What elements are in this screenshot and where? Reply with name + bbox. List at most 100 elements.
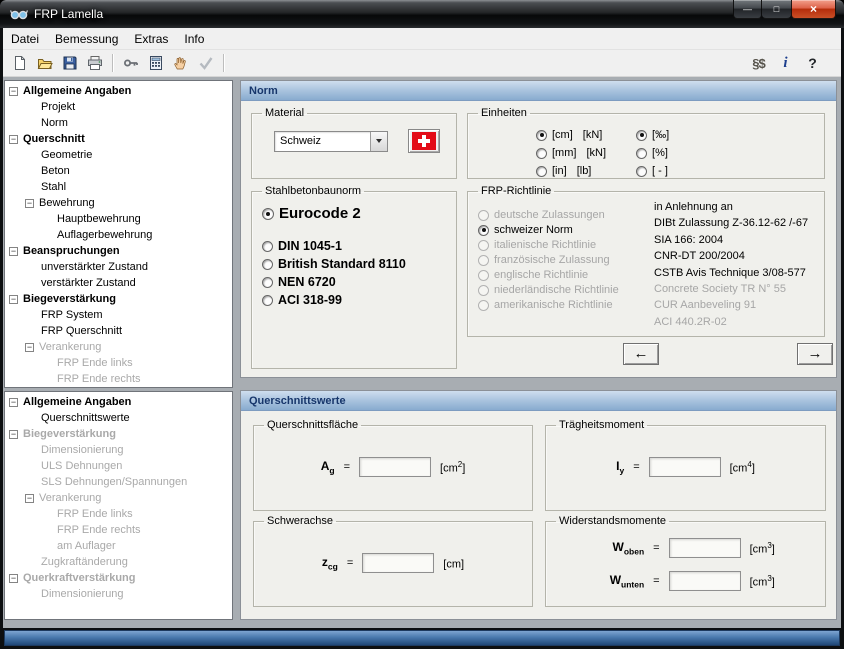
radio-label: [‰] (652, 129, 669, 141)
radio-[interactable]: [%] (636, 147, 669, 159)
radio-button-icon (536, 148, 547, 159)
menu-datei[interactable]: Datei (3, 28, 47, 49)
tree-item-verstaerkter-zustand[interactable]: verstärkter Zustand (41, 277, 136, 289)
title-bar[interactable]: FRP Lamella — □ × (0, 0, 844, 28)
tree-item-querschnitt[interactable]: Querschnitt (23, 133, 85, 145)
toolbar-right-group: §$ i ? (746, 51, 825, 75)
area-input[interactable] (359, 457, 431, 477)
right-arrow-icon: → (808, 345, 823, 362)
apply-button[interactable] (193, 51, 218, 75)
inertia-input[interactable] (649, 457, 721, 477)
modulus-bottom-input[interactable] (669, 571, 741, 591)
section-moduli-group-title: Widerstandsmomente (556, 515, 669, 527)
menu-extras[interactable]: Extras (126, 28, 176, 49)
forward-button[interactable]: → (797, 343, 833, 365)
tree-item-auflagerbewehrung[interactable]: Auflagerbewehrung (57, 229, 152, 241)
modulus-top-input[interactable] (669, 538, 741, 558)
calculate-button[interactable] (143, 51, 168, 75)
section-values-header: Querschnittswerte (241, 391, 836, 411)
tree-item-querschnittswerte[interactable]: Querschnittswerte (41, 412, 130, 424)
collapse-toggle-icon[interactable]: − (9, 247, 18, 256)
radio-din-1045-1[interactable]: DIN 1045-1 (262, 239, 450, 253)
country-flag-button[interactable] (408, 129, 440, 153)
tree-item-frp-querschnitt[interactable]: FRP Querschnitt (41, 325, 122, 337)
help-button[interactable]: ? (800, 51, 825, 75)
toolbar-separator (112, 54, 113, 72)
collapse-toggle-icon[interactable]: − (9, 135, 18, 144)
radio-mm-kn[interactable]: [mm][kN] (536, 147, 606, 159)
frp-reference: CNR-DT 200/2004 (654, 248, 808, 264)
radio-cm-kn[interactable]: [cm][kN] (536, 129, 606, 141)
tree-item-allgemeine-angaben[interactable]: Allgemeine Angaben (23, 85, 131, 97)
radio-button-icon (536, 130, 547, 141)
radio-[interactable]: [‰] (636, 129, 669, 141)
tree-row: Geometrie (5, 147, 232, 163)
help-icon: ? (808, 56, 817, 70)
menu-info[interactable]: Info (176, 28, 212, 49)
radio-label: [lb] (577, 165, 592, 177)
radio-italienische-richtlinie: italienische Richtlinie (478, 239, 654, 251)
frp-guideline-group: FRP-Richtlinie deutsche Zulassungenschwe… (467, 185, 825, 337)
collapse-toggle-icon[interactable]: − (9, 87, 18, 96)
radio-label: NEN 6720 (278, 275, 336, 289)
tree-item-biegeverstaerkung[interactable]: Biegeverstärkung (23, 293, 116, 305)
collapse-toggle-icon[interactable]: − (9, 430, 18, 439)
close-button[interactable]: × (791, 0, 836, 19)
pan-button[interactable] (168, 51, 193, 75)
tree-item-geometrie[interactable]: Geometrie (41, 149, 92, 161)
collapse-toggle-icon[interactable]: − (9, 574, 18, 583)
status-bar (4, 630, 840, 646)
tree-item-projekt[interactable]: Projekt (41, 101, 75, 113)
radio-franzoesische-zulassung: französische Zulassung (478, 254, 654, 266)
radio-[interactable]: [ - ] (636, 165, 669, 177)
radio-eurocode-2[interactable]: Eurocode 2 (262, 205, 450, 222)
collapse-toggle-icon[interactable]: − (9, 295, 18, 304)
centroid-input[interactable] (362, 553, 434, 573)
tree-item-stahl[interactable]: Stahl (41, 181, 66, 193)
print-button[interactable] (82, 51, 107, 75)
concrete-code-group-title: Stahlbetonbaunorm (262, 185, 364, 197)
radio-schweizer-norm[interactable]: schweizer Norm (478, 224, 654, 236)
back-button[interactable]: ← (623, 343, 659, 365)
tree-item-beton[interactable]: Beton (41, 165, 70, 177)
collapse-toggle-icon[interactable]: − (25, 494, 34, 503)
maximize-button[interactable]: □ (762, 0, 791, 19)
norm-panel-body: Material Schweiz Einheiten [cm][kN][mm][… (241, 101, 836, 377)
tree-item-beanspruchungen[interactable]: Beanspruchungen (23, 245, 120, 257)
section-values-title: Querschnittswerte (249, 395, 346, 407)
radio-button-icon (478, 285, 489, 296)
save-button[interactable] (57, 51, 82, 75)
collapse-toggle-icon[interactable]: − (25, 199, 34, 208)
radio-british-standard-8110[interactable]: British Standard 8110 (262, 257, 450, 271)
minimize-button[interactable]: — (733, 0, 762, 19)
radio-in-lb[interactable]: [in][lb] (536, 165, 606, 177)
tree-item-norm[interactable]: Norm (41, 117, 68, 129)
tree-row: Auflagerbewehrung (5, 227, 232, 243)
tree-item-bewehrung[interactable]: Bewehrung (39, 197, 95, 209)
radio-button-icon (262, 259, 273, 270)
window-controls: — □ × (733, 0, 836, 19)
open-file-button[interactable] (32, 51, 57, 75)
tree-item-frp-system[interactable]: FRP System (41, 309, 103, 321)
collapse-toggle-icon[interactable]: − (25, 343, 34, 352)
centroid-group-title: Schwerachse (264, 515, 336, 527)
tree-item-allgemeine-angaben[interactable]: Allgemeine Angaben (23, 396, 131, 408)
chevron-down-icon[interactable] (370, 132, 387, 151)
radio-aci-318-99[interactable]: ACI 318-99 (262, 293, 450, 307)
new-document-button[interactable] (7, 51, 32, 75)
tree-row: −Biegeverstärkung (5, 291, 232, 307)
tree-item-hauptbewehrung[interactable]: Hauptbewehrung (57, 213, 141, 225)
material-group: Material Schweiz (251, 107, 457, 179)
menu-bemessung[interactable]: Bemessung (47, 28, 126, 49)
tree-row: Querschnittswerte (5, 410, 232, 426)
license-key-button[interactable] (118, 51, 143, 75)
length-force-units: [cm][kN] [mm][kN] [in][lb] (536, 129, 606, 183)
info-button[interactable]: i (773, 51, 798, 75)
material-select[interactable]: Schweiz (274, 131, 388, 152)
tree-item-unverstaerkter-zustand[interactable]: unverstärkter Zustand (41, 261, 148, 273)
radio-nen-6720[interactable]: NEN 6720 (262, 275, 450, 289)
radio-label: [kN] (583, 129, 603, 141)
frp-reference: CUR Aanbeveling 91 (654, 297, 808, 313)
license-info-button[interactable]: §$ (746, 51, 771, 75)
collapse-toggle-icon[interactable]: − (9, 398, 18, 407)
